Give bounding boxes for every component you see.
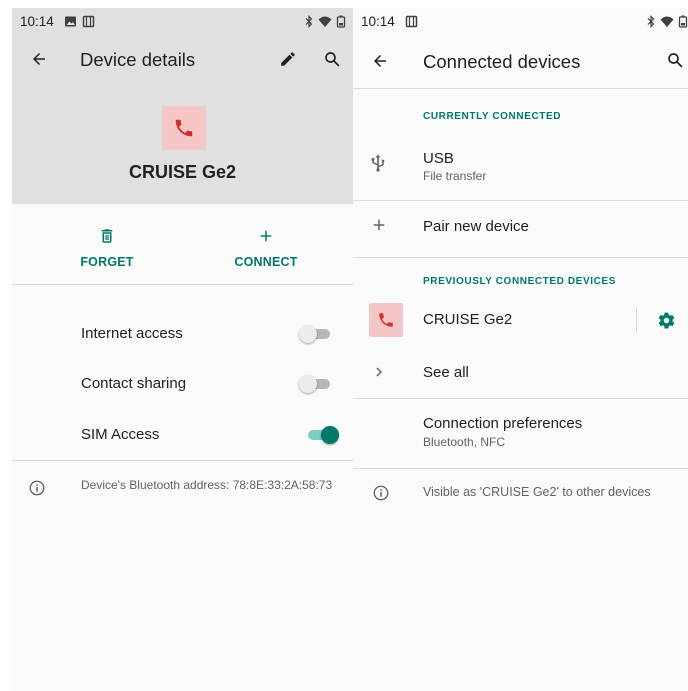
connection-preferences-title: Connection preferences <box>423 415 583 432</box>
back-arrow-icon[interactable] <box>371 52 389 70</box>
setting-contact-sharing[interactable]: Contact sharing <box>12 362 353 406</box>
setting-label: SIM Access <box>81 426 160 443</box>
forget-label: FORGET <box>80 255 134 269</box>
page-title: Device details <box>80 49 196 70</box>
chevron-right-icon <box>376 367 382 377</box>
previously-connected-header: PREVIOUSLY CONNECTED DEVICES <box>423 276 616 287</box>
setting-label: Internet access <box>81 325 183 342</box>
back-arrow-icon[interactable] <box>30 50 48 68</box>
usb-row[interactable]: USB File transfer <box>353 138 688 188</box>
wifi-icon <box>660 16 674 27</box>
wifi-icon <box>318 16 332 27</box>
see-all-label: See all <box>423 364 469 381</box>
divider <box>353 468 688 469</box>
previous-device-name: CRUISE Ge2 <box>423 311 513 328</box>
bluetooth-icon <box>647 15 655 28</box>
setting-label: Contact sharing <box>81 375 187 392</box>
plus-icon <box>373 219 385 231</box>
pair-new-device-label: Pair new device <box>423 218 529 235</box>
app-bar: Device details <box>12 36 353 82</box>
divider <box>353 88 688 89</box>
connection-preferences-row[interactable]: Connection preferences Bluetooth, NFC <box>353 406 688 458</box>
setting-sim-access[interactable]: SIM Access <box>12 413 353 457</box>
connection-preferences-subtitle: Bluetooth, NFC <box>423 435 506 449</box>
trash-icon <box>101 229 113 243</box>
image-notification-icon <box>65 16 76 27</box>
device-name: CRUISE Ge2 <box>128 162 237 182</box>
bluetooth-icon <box>305 15 313 28</box>
info-icon <box>29 480 45 496</box>
see-all-row[interactable]: See all <box>353 351 688 395</box>
device-avatar <box>162 106 206 150</box>
bluetooth-address-info: Device's Bluetooth address: 78:8E:33:2A:… <box>81 478 333 492</box>
forget-button[interactable]: FORGET <box>52 220 162 272</box>
search-icon[interactable] <box>666 51 684 69</box>
usb-icon <box>371 154 385 172</box>
divider <box>12 460 353 461</box>
connected-devices-screen: 10:14 Connected devices CURRENTLY CONNEC… <box>353 8 688 691</box>
status-time: 10:14 <box>361 14 395 29</box>
divider <box>353 200 688 201</box>
battery-icon <box>678 15 688 28</box>
info-icon <box>373 485 389 501</box>
connect-button[interactable]: CONNECT <box>211 220 321 272</box>
gear-icon[interactable] <box>657 311 676 330</box>
device-avatar <box>369 303 403 337</box>
previous-device-row[interactable]: CRUISE Ge2 <box>353 298 688 342</box>
divider <box>12 284 353 285</box>
visibility-info: Visible as 'CRUISE Ge2' to other devices <box>423 485 651 499</box>
sim-card-icon <box>405 15 418 28</box>
phone-icon <box>175 119 193 137</box>
status-bar: 10:14 <box>12 8 353 36</box>
usb-title: USB <box>423 150 454 167</box>
page-title: Connected devices <box>423 51 581 72</box>
divider <box>353 257 688 258</box>
phone-icon <box>379 313 393 327</box>
status-time: 10:14 <box>20 14 54 29</box>
vertical-divider <box>636 308 637 332</box>
battery-icon <box>336 15 346 28</box>
internet-access-toggle[interactable] <box>299 324 333 344</box>
sim-access-toggle[interactable] <box>305 425 339 445</box>
app-bar: Connected devices <box>353 36 688 82</box>
device-details-screen: 10:14 Device details CRUISE Ge2 FORGET C… <box>12 8 353 691</box>
search-icon[interactable] <box>323 50 341 68</box>
contact-sharing-toggle[interactable] <box>299 374 333 394</box>
pair-new-device-row[interactable]: Pair new device <box>353 205 688 249</box>
status-bar: 10:14 <box>353 8 688 36</box>
edit-pencil-icon[interactable] <box>279 50 297 68</box>
sim-card-icon <box>82 15 95 28</box>
connect-label: CONNECT <box>234 255 298 269</box>
setting-internet-access[interactable]: Internet access <box>12 312 353 356</box>
currently-connected-header: CURRENTLY CONNECTED <box>423 111 562 122</box>
divider <box>353 398 688 399</box>
plus-icon <box>260 230 272 242</box>
usb-subtitle: File transfer <box>423 169 487 183</box>
